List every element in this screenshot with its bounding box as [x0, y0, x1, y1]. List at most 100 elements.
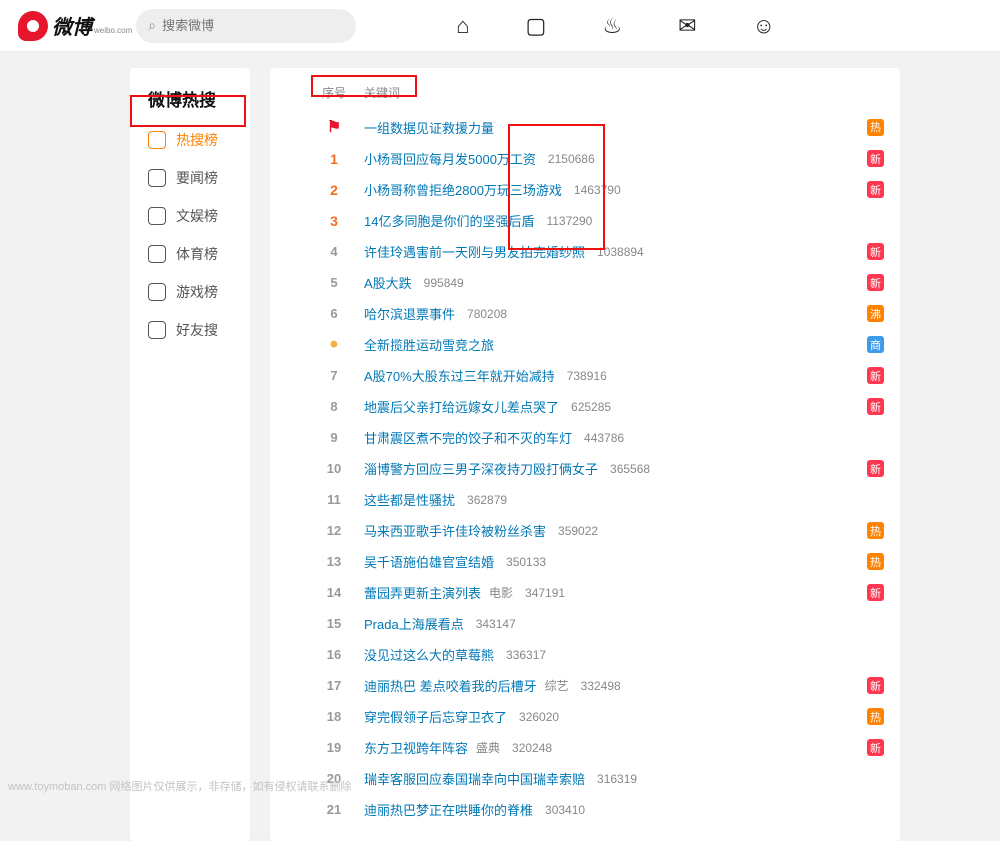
row-title[interactable]: 全新揽胜运动雪竞之旅	[364, 335, 494, 354]
row-title[interactable]: 蕾园弄更新主演列表	[364, 583, 481, 602]
list-row: 18 穿完假领子后忘穿卫衣了 326020 热	[270, 701, 900, 732]
list-row: 15 Prada上海展看点 343147	[270, 608, 900, 639]
row-title[interactable]: 许佳玲遇害前一天刚与男友拍完婚纱照	[364, 242, 585, 261]
search-box[interactable]: ⌕	[136, 9, 356, 43]
row-title[interactable]: 小杨哥称曾拒绝2800万玩三场游戏	[364, 180, 562, 199]
list-row: ⚑ 一组数据见证救援力量 热	[270, 111, 900, 143]
rank-number: 5	[322, 275, 346, 290]
badge-hot: 热	[867, 119, 884, 136]
sidebar-item-ent[interactable]: 文娱榜	[130, 197, 250, 235]
row-title[interactable]: 瑞幸客服回应泰国瑞幸向中国瑞幸索赔	[364, 769, 585, 788]
badge-hot: 热	[867, 708, 884, 725]
list-row: 21迪丽热巴梦正在哄睡你的脊椎303410	[270, 794, 900, 825]
user-icon[interactable]: ☺	[753, 13, 775, 39]
rank-number: 4	[322, 244, 346, 259]
row-count: 336317	[506, 648, 546, 662]
sidebar-item-news[interactable]: 要闻榜	[130, 159, 250, 197]
rank-number: 19	[322, 740, 346, 755]
badge-new: 新	[867, 181, 884, 198]
badge-new: 新	[867, 584, 884, 601]
row-title[interactable]: 这些都是性骚扰	[364, 490, 455, 509]
badge-new: 新	[867, 367, 884, 384]
rank-number: 14	[322, 585, 346, 600]
row-title[interactable]: 迪丽热巴 差点咬着我的后槽牙	[364, 676, 537, 695]
sidebar-title: 微博热搜	[130, 86, 250, 121]
sidebar-item-friend[interactable]: 好友搜	[130, 311, 250, 349]
news-icon	[148, 169, 166, 187]
list-row: 10淄博警方回应三男子深夜持刀殴打俩女子365568新	[270, 453, 900, 484]
row-title[interactable]: 淄博警方回应三男子深夜持刀殴打俩女子	[364, 459, 598, 478]
row-title[interactable]: 吴千语施伯雄官宣结婚	[364, 552, 494, 571]
badge-new: 新	[867, 677, 884, 694]
row-category: 盛典	[476, 739, 500, 756]
row-title[interactable]: 马来西亚歌手许佳玲被粉丝杀害	[364, 521, 546, 540]
sidebar-item-label: 好友搜	[176, 320, 218, 340]
row-title[interactable]: 一组数据见证救援力量	[364, 118, 494, 137]
list-row: 4许佳玲遇害前一天刚与男友拍完婚纱照1038894新	[270, 236, 900, 267]
logo[interactable]: 微博 weibo.com	[18, 11, 132, 41]
row-count: 347191	[525, 586, 565, 600]
rank-number: 12	[322, 523, 346, 538]
row-title[interactable]: 东方卫视跨年阵容	[364, 738, 468, 757]
brand-sub: weibo.com	[94, 26, 132, 35]
rank-number: 15	[322, 616, 346, 631]
weibo-eye-icon	[18, 11, 48, 41]
rank-number: 16	[322, 647, 346, 662]
row-title[interactable]: A股大跌	[364, 273, 412, 292]
rank-number: 11	[322, 492, 346, 507]
sidebar-item-hot[interactable]: 热搜榜	[130, 121, 250, 159]
row-title[interactable]: Prada上海展看点	[364, 614, 464, 633]
row-count: 303410	[545, 803, 585, 817]
rank-number: 10	[322, 461, 346, 476]
row-count: 326020	[519, 710, 559, 724]
list-row: 314亿多同胞是你们的坚强后盾1137290	[270, 205, 900, 236]
badge-new: 新	[867, 739, 884, 756]
row-title[interactable]: A股70%大股东过三年就开始减持	[364, 366, 555, 385]
sidebar-item-game[interactable]: 游戏榜	[130, 273, 250, 311]
row-count: 316319	[597, 772, 637, 786]
sidebar-item-label: 体育榜	[176, 244, 218, 264]
badge-boil: 沸	[867, 305, 884, 322]
row-count: 350133	[506, 555, 546, 569]
top-icon: ⚑	[322, 117, 346, 137]
row-title[interactable]: 穿完假领子后忘穿卫衣了	[364, 707, 507, 726]
row-title[interactable]: 没见过这么大的草莓熊	[364, 645, 494, 664]
sidebar: 微博热搜 热搜榜 要闻榜 文娱榜 体育榜 游戏榜 好友搜	[130, 68, 250, 841]
rank-number: 1	[322, 151, 346, 167]
search-input[interactable]	[162, 18, 344, 33]
th-keyword: 关键词	[364, 84, 400, 101]
row-count: 738916	[567, 369, 607, 383]
row-count: 359022	[558, 524, 598, 538]
table-header: 序号 关键词	[270, 84, 900, 111]
sidebar-item-label: 要闻榜	[176, 168, 218, 188]
badge-new: 新	[867, 460, 884, 477]
badge-new: 新	[867, 150, 884, 167]
row-count: 320248	[512, 741, 552, 755]
list-row: 11这些都是性骚扰362879	[270, 484, 900, 515]
sport-icon	[148, 245, 166, 263]
list-row: 17迪丽热巴 差点咬着我的后槽牙综艺332498新	[270, 670, 900, 701]
sidebar-item-label: 游戏榜	[176, 282, 218, 302]
row-title[interactable]: 哈尔滨退票事件	[364, 304, 455, 323]
hot-icon[interactable]: ♨	[602, 13, 622, 39]
row-title[interactable]: 小杨哥回应每月发5000万工资	[364, 149, 536, 168]
list-row: 8地震后父亲打给远嫁女儿差点哭了625285新	[270, 391, 900, 422]
home-icon[interactable]: ⌂	[456, 13, 469, 39]
list-row: 9甘肃震区煮不完的饺子和不灭的车灯443786	[270, 422, 900, 453]
row-title[interactable]: 14亿多同胞是你们的坚强后盾	[364, 211, 534, 230]
badge-hot: 热	[867, 553, 884, 570]
video-icon[interactable]: ▢	[526, 13, 547, 39]
list-row: 6哈尔滨退票事件780208沸	[270, 298, 900, 329]
mail-icon[interactable]: ✉	[678, 13, 696, 39]
row-title[interactable]: 地震后父亲打给远嫁女儿差点哭了	[364, 397, 559, 416]
row-count: 343147	[476, 617, 516, 631]
list-row: 5A股大跌995849新	[270, 267, 900, 298]
row-title[interactable]: 甘肃震区煮不完的饺子和不灭的车灯	[364, 428, 572, 447]
rank-number: 2	[322, 182, 346, 198]
row-count: 2150686	[548, 152, 595, 166]
rank-number: 3	[322, 213, 346, 229]
badge-hot: 热	[867, 522, 884, 539]
sidebar-item-sport[interactable]: 体育榜	[130, 235, 250, 273]
rank-number: 18	[322, 709, 346, 724]
row-title[interactable]: 迪丽热巴梦正在哄睡你的脊椎	[364, 800, 533, 819]
